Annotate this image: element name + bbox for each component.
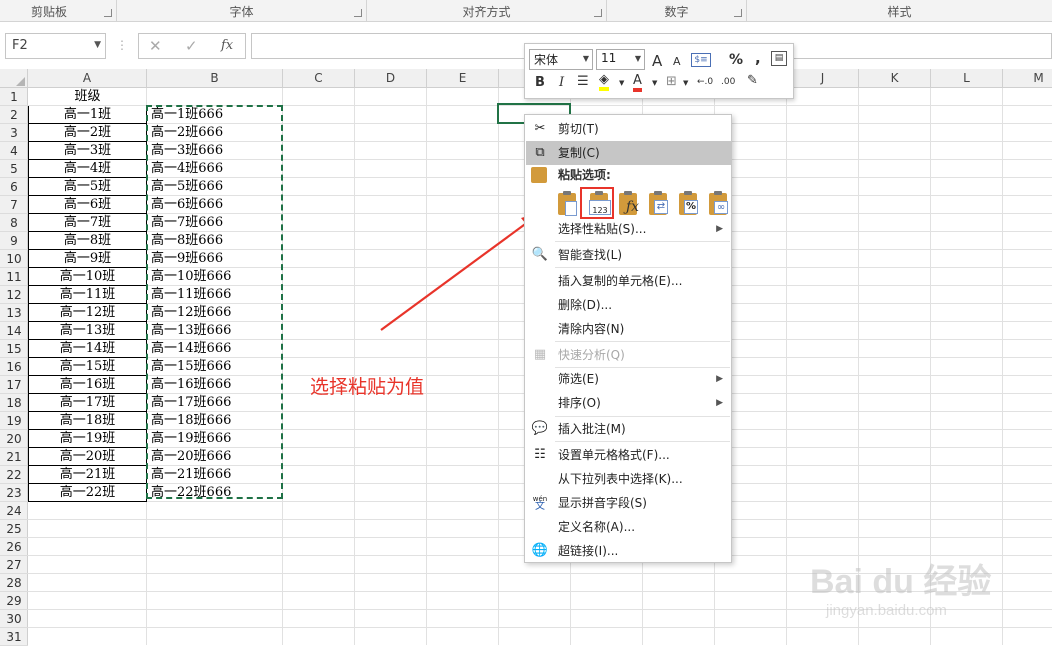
watermark-logo: Bai du 经验 jingyan.baidu.com	[806, 520, 1046, 645]
borders-icon[interactable]: ⊞	[666, 74, 677, 89]
font-size-dropdown[interactable]: 11 ▼	[596, 49, 645, 70]
annotation-text: 选择粘贴为值	[310, 376, 425, 398]
font-name-value: 宋体	[534, 53, 559, 67]
phonetic-icon-bottom: 文	[535, 501, 545, 512]
menu-item-delete[interactable]: 删除(D)...	[526, 293, 731, 317]
font-size-value: 11	[601, 51, 617, 65]
comma-style-icon[interactable]: ,	[755, 49, 761, 67]
paste-options-header: 粘贴选项:	[526, 164, 731, 186]
menu-item-label: 插入复制的单元格(E)...	[558, 274, 683, 288]
menu-item-paste-special[interactable]: 选择性粘贴(S)... ▶	[526, 217, 731, 241]
menu-item-label: 清除内容(N)	[558, 322, 625, 336]
menu-item-label: 智能查找(L)	[558, 248, 623, 262]
paste-default-button[interactable]	[555, 191, 581, 217]
menu-item-cut[interactable]: ✂ 剪切(T)	[526, 117, 731, 141]
comment-icon: 💬	[531, 421, 549, 436]
menu-item-label: 超链接(I)...	[558, 544, 619, 558]
menu-item-hyperlink[interactable]: 🌐 超链接(I)...	[526, 539, 731, 563]
menu-item-label: 复制(C)	[558, 146, 600, 160]
menu-item-label: 选择性粘贴(S)...	[558, 222, 647, 236]
menu-item-define-name[interactable]: 定义名称(A)...	[526, 515, 731, 539]
menu-item-copy[interactable]: ⧉ 复制(C)	[526, 141, 731, 165]
format-painter-icon[interactable]: ✎	[747, 73, 758, 88]
watermark-url: jingyan.baidu.com	[826, 602, 947, 619]
menu-item-label: 显示拼音字段(S)	[558, 496, 647, 510]
chevron-right-icon: ▶	[716, 224, 723, 234]
paste-icon	[531, 167, 547, 183]
decrease-font-icon[interactable]: A	[673, 55, 681, 68]
increase-font-icon[interactable]: A	[652, 52, 662, 70]
phonetic-icon: wén 文	[531, 495, 549, 512]
copy-icon: ⧉	[535, 145, 545, 160]
transpose-icon: ⇄	[654, 200, 668, 214]
scissors-icon: ✂	[534, 121, 546, 136]
menu-item-label: 筛选(E)	[558, 372, 599, 386]
paste-values-highlight	[580, 187, 614, 219]
font-name-dropdown[interactable]: 宋体 ▼	[529, 49, 593, 70]
menu-item-insert-copied[interactable]: 插入复制的单元格(E)...	[526, 269, 731, 293]
accounting-format-icon[interactable]: $≡	[691, 53, 711, 67]
align-center-icon[interactable]: ☰	[577, 74, 589, 89]
menu-item-label: 从下拉列表中选择(K)...	[558, 472, 683, 486]
paste-link-button[interactable]: ∞	[706, 191, 732, 217]
chevron-down-icon[interactable]: ▼	[635, 54, 641, 63]
chevron-right-icon: ▶	[716, 374, 723, 384]
format-cells-icon: ☷	[534, 447, 546, 462]
quick-analysis-icon: ▦	[533, 347, 547, 362]
mini-toolbar: 宋体 ▼ 11 ▼ A A $≡ % , ▤ B I ☰ ◈ ▼ A ▼ ⊞ ▼ ←…	[524, 43, 794, 99]
link-icon: ∞	[714, 201, 728, 214]
percent-icon[interactable]: %	[729, 52, 743, 68]
percent-format-icon: %	[684, 200, 698, 214]
menu-item-filter[interactable]: 筛选(E) ▶	[526, 367, 731, 391]
paste-transpose-button[interactable]: ⇄	[646, 191, 672, 217]
menu-item-label: 快速分析(Q)	[558, 348, 625, 362]
menu-item-label: 插入批注(M)	[558, 422, 626, 436]
hyperlink-icon: 🌐	[531, 543, 549, 558]
menu-item-format-cells[interactable]: ☷ 设置单元格格式(F)...	[526, 443, 731, 467]
menu-item-smart-lookup[interactable]: 🔍 智能查找(L)	[526, 243, 731, 267]
menu-item-label: 删除(D)...	[558, 298, 613, 312]
font-color-icon[interactable]: A	[633, 73, 642, 92]
paste-formatting-button[interactable]: %	[676, 191, 702, 217]
paste-formulas-button[interactable]: ƒx	[616, 191, 642, 217]
page-icon	[565, 201, 577, 216]
menu-item-sort[interactable]: 排序(O) ▶	[526, 391, 731, 415]
menu-item-label: 定义名称(A)...	[558, 520, 636, 534]
menu-item-pick-list[interactable]: 从下拉列表中选择(K)...	[526, 467, 731, 491]
menu-item-label: 设置单元格格式(F)...	[558, 448, 670, 462]
format-painter-table-icon[interactable]: ▤	[771, 51, 787, 66]
function-icon: ƒx	[626, 199, 640, 215]
chevron-right-icon: ▶	[716, 398, 723, 408]
increase-decimal-icon[interactable]: ←.0	[697, 77, 713, 87]
bold-icon[interactable]: B	[535, 75, 545, 90]
menu-item-phonetic[interactable]: wén 文显示拼音字段(S)	[526, 491, 731, 515]
fill-color-icon[interactable]: ◈	[599, 72, 609, 91]
paste-options-label: 粘贴选项:	[558, 168, 611, 182]
menu-item-label: 排序(O)	[558, 396, 601, 410]
menu-item-label: 剪切(T)	[558, 122, 599, 136]
chevron-down-icon[interactable]: ▼	[652, 79, 657, 87]
watermark-brand: Bai du 经验	[810, 563, 992, 601]
smart-lookup-icon: 🔍	[531, 247, 549, 262]
chevron-down-icon[interactable]: ▼	[683, 79, 688, 87]
chevron-down-icon[interactable]: ▼	[583, 54, 589, 63]
chevron-down-icon[interactable]: ▼	[619, 79, 624, 87]
italic-icon[interactable]: I	[559, 75, 564, 90]
menu-item-clear[interactable]: 清除内容(N)	[526, 317, 731, 341]
menu-item-quick-analysis: ▦ 快速分析(Q)	[526, 343, 731, 367]
menu-item-insert-comment[interactable]: 💬 插入批注(M)	[526, 417, 731, 441]
context-menu: ✂ 剪切(T) ⧉ 复制(C) 粘贴选项: 123 ƒx ⇄ % ∞ 选择性粘贴(S…	[524, 114, 732, 563]
decrease-decimal-icon[interactable]: .00	[721, 77, 735, 87]
